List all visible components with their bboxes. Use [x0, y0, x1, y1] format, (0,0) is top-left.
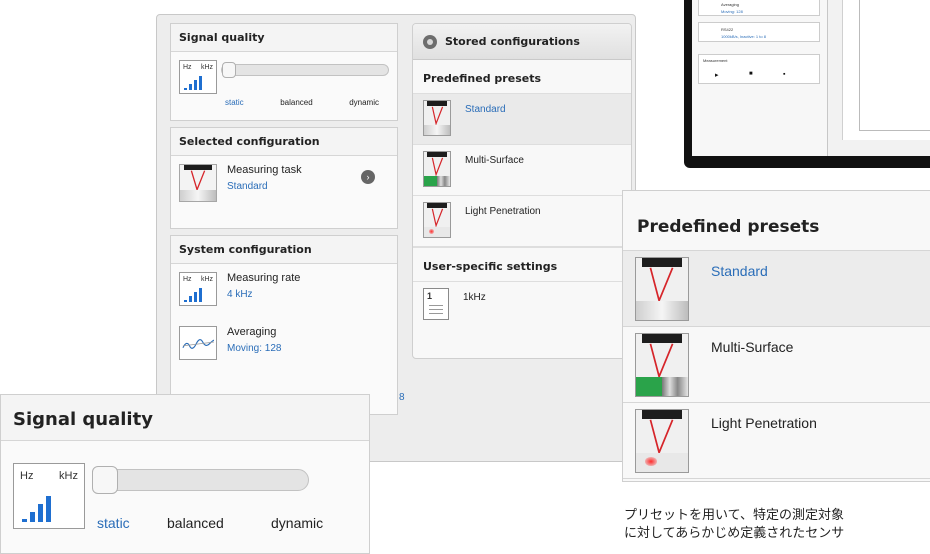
- selected-configuration-panel: Selected configuration Measuring task St…: [170, 127, 398, 229]
- multi-surface-thumbnail: [423, 151, 451, 187]
- user-preset-1khz[interactable]: 1 1kHz: [413, 282, 631, 338]
- label-dynamic-large[interactable]: dynamic: [271, 515, 323, 531]
- label-balanced[interactable]: balanced: [280, 98, 312, 107]
- label-static[interactable]: static: [225, 98, 244, 107]
- standard-thumbnail-large: [635, 257, 689, 321]
- mini-play-icon[interactable]: ▸: [715, 71, 719, 79]
- measuring-rate-label: Measuring rate: [227, 272, 301, 284]
- document-icon: 1: [423, 288, 449, 320]
- averaging-wave-icon: [179, 326, 217, 360]
- mini-averaging-value: Moving: 128: [721, 9, 743, 14]
- light-penetration-thumbnail: [423, 202, 451, 238]
- preset-light-penetration-large[interactable]: Light Penetration: [623, 403, 930, 479]
- multi-surface-thumbnail-large: [635, 333, 689, 397]
- measuring-task-value[interactable]: Standard: [227, 181, 302, 192]
- mini-rs422-label: RS422: [721, 27, 734, 32]
- measuring-rate-icon: Hz kHz: [179, 272, 217, 306]
- document-icon-number: 1: [427, 291, 433, 301]
- stored-configurations-panel: Stored configurations Predefined presets…: [412, 23, 632, 359]
- software-screenshot-inner: Averaging Moving: 128 RS422 1000kB/s, In…: [692, 0, 930, 156]
- preset-standard-large-label: Standard: [711, 263, 768, 279]
- preset-light-penetration-large-label: Light Penetration: [711, 415, 817, 431]
- signal-quality-title: Signal quality: [171, 24, 397, 52]
- preset-multi-surface-large[interactable]: Multi-Surface: [623, 327, 930, 403]
- rs422-mini-panel: RS422 1000kB/s, Inactive: 1 to 8: [698, 22, 820, 42]
- label-dynamic[interactable]: dynamic: [349, 98, 379, 107]
- measuring-task-thumbnail: [179, 164, 217, 202]
- predefined-presets-zoom-title: Predefined presets: [623, 191, 930, 251]
- preset-light-penetration[interactable]: Light Penetration: [413, 196, 631, 247]
- preset-standard[interactable]: Standard: [413, 94, 631, 145]
- frequency-icon-large: Hz kHz: [13, 463, 85, 529]
- stored-configurations-header: Stored configurations: [413, 24, 631, 60]
- software-sidebar: Averaging Moving: 128 RS422 1000kB/s, In…: [692, 0, 828, 156]
- system-configuration-panel: System configuration Hz kHz Measuring ra…: [170, 235, 405, 415]
- hz-label: Hz: [183, 64, 192, 71]
- user-specific-settings-title: User-specific settings: [413, 247, 631, 282]
- software-screenshot-dark: Averaging Moving: 128 RS422 1000kB/s, In…: [684, 0, 930, 168]
- signal-quality-panel: Signal quality Hz kHz static balanced dy…: [170, 23, 398, 121]
- mini-stop-icon[interactable]: ■: [749, 71, 753, 77]
- signal-quality-zoom-title: Signal quality: [1, 395, 369, 441]
- slider-knob-large[interactable]: [92, 466, 118, 494]
- preset-standard-label: Standard: [465, 104, 506, 115]
- label-static-large[interactable]: static: [97, 515, 130, 531]
- khz-label: kHz: [200, 64, 213, 71]
- slider-knob[interactable]: [222, 62, 236, 78]
- preset-multi-surface-label: Multi-Surface: [465, 155, 524, 166]
- japanese-caption: プリセットを用いて、特定の測定対象 に対してあらかじめ定義されたセンサ: [624, 507, 930, 543]
- mini-rs422-value: 1000kB/s, Inactive: 1 to 8: [721, 34, 766, 39]
- mini-save-icon[interactable]: ▪: [783, 71, 785, 78]
- signal-quality-slider[interactable]: [221, 62, 389, 78]
- measuring-rate-value[interactable]: 4 kHz: [227, 289, 300, 300]
- left-column: Signal quality Hz kHz static balanced dy…: [170, 23, 405, 421]
- mini-measurement-label: Measurement: [703, 58, 728, 63]
- preset-multi-surface-large-label: Multi-Surface: [711, 339, 794, 355]
- standard-thumbnail: [423, 100, 451, 136]
- measuring-rate-entry[interactable]: Hz kHz Measuring rate 4 kHz: [179, 272, 389, 306]
- predefined-presets-zoom: Predefined presets Standard Multi-Surfac…: [622, 190, 930, 482]
- caption-line-2: に対してあらかじめ定義されたセンサ: [624, 526, 845, 541]
- signal-quality-slider-large[interactable]: [92, 466, 309, 494]
- signal-quality-zoom: Signal quality Hz kHz static balanced dy…: [0, 394, 370, 554]
- averaging-mini-panel: Averaging Moving: 128: [698, 0, 820, 16]
- preset-light-penetration-label: Light Penetration: [465, 206, 541, 217]
- preset-standard-large[interactable]: Standard: [623, 251, 930, 327]
- preset-multi-surface[interactable]: Multi-Surface: [413, 145, 631, 196]
- measuring-task-label: Measuring task: [227, 164, 302, 176]
- frequency-icon: Hz kHz: [179, 60, 217, 94]
- mini-averaging-label: Averaging: [721, 2, 739, 7]
- mini-plot-area: [842, 0, 930, 140]
- label-balanced-large[interactable]: balanced: [167, 515, 224, 531]
- measurement-mini-panel: Measurement ▸ ■ ▪: [698, 54, 820, 84]
- user-preset-label: 1kHz: [463, 292, 486, 303]
- averaging-label: Averaging: [227, 326, 277, 338]
- selected-configuration-title: Selected configuration: [171, 128, 397, 156]
- averaging-value[interactable]: Moving: 128: [227, 343, 281, 354]
- predefined-presets-title: Predefined presets: [413, 60, 631, 94]
- chevron-right-icon[interactable]: ›: [361, 170, 375, 184]
- caption-line-1: プリセットを用いて、特定の測定対象: [624, 508, 844, 523]
- averaging-entry[interactable]: Averaging Moving: 128: [179, 326, 389, 360]
- system-configuration-title: System configuration: [171, 236, 397, 264]
- stored-configurations-title: Stored configurations: [445, 35, 580, 48]
- partial-value: 8: [399, 392, 405, 403]
- gear-icon: [423, 34, 437, 49]
- light-penetration-thumbnail-large: [635, 409, 689, 473]
